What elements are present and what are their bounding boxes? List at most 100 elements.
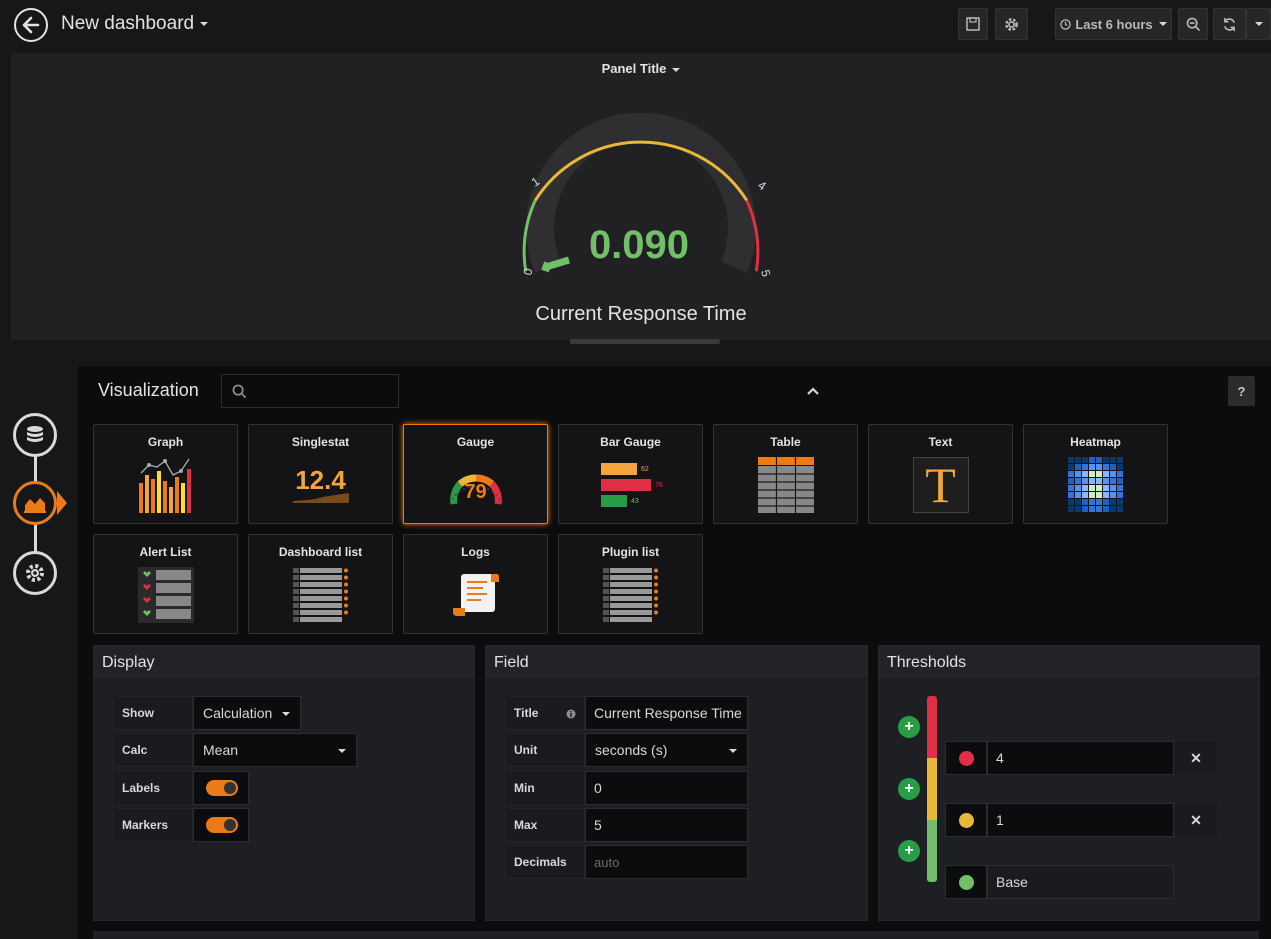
labels-toggle-container xyxy=(193,771,249,805)
threshold-value-input[interactable]: 1 xyxy=(987,803,1174,837)
gauge-tick-5: 5 xyxy=(758,268,771,278)
add-threshold-button[interactable]: + xyxy=(898,778,920,800)
plugin-list-icon xyxy=(559,565,702,625)
zoom-out-button[interactable] xyxy=(1178,8,1208,40)
bar-gauge-icon: 62 76 43 xyxy=(559,455,702,515)
viz-card-alert-list[interactable]: Alert List xyxy=(93,534,238,634)
search-icon xyxy=(232,384,247,398)
remove-threshold-button[interactable]: ✕ xyxy=(1175,741,1217,775)
threshold-color-picker[interactable] xyxy=(945,865,987,899)
dashboard-title[interactable]: New dashboard xyxy=(61,13,209,35)
viz-card-heatmap[interactable]: Heatmap xyxy=(1023,424,1168,524)
viz-card-text[interactable]: Text T xyxy=(868,424,1013,524)
max-label: Max xyxy=(505,808,585,842)
labels-label: Labels xyxy=(113,771,193,805)
threshold-color-picker[interactable] xyxy=(945,741,987,775)
unit-select[interactable]: seconds (s) xyxy=(585,733,748,767)
singlestat-icon: 12.4 xyxy=(249,455,392,515)
viz-card-label: Graph xyxy=(147,435,184,449)
refresh-button[interactable] xyxy=(1213,8,1246,40)
min-input[interactable]: 0 xyxy=(585,771,748,805)
general-settings-tab[interactable] xyxy=(13,551,57,595)
field-title-row: Title Current Response Time xyxy=(505,696,748,730)
time-range-picker[interactable]: Last 6 hours xyxy=(1055,8,1172,40)
plus-icon: + xyxy=(904,842,914,859)
viz-card-logs[interactable]: Logs xyxy=(403,534,548,634)
panel-resize-handle[interactable] xyxy=(570,339,720,344)
labels-toggle[interactable] xyxy=(206,780,238,796)
field-min-row: Min 0 xyxy=(505,771,748,805)
decimals-input[interactable]: auto xyxy=(585,845,748,879)
unit-label: Unit xyxy=(505,733,585,767)
field-max-row: Max 5 xyxy=(505,808,748,842)
viz-card-table[interactable]: Table xyxy=(713,424,858,524)
show-select[interactable]: Calculation xyxy=(193,696,301,730)
markers-toggle-container xyxy=(193,808,249,842)
display-labels-row: Labels xyxy=(113,771,249,805)
dashboard-list-icon xyxy=(249,565,392,625)
gauge-sample-value: 79 xyxy=(464,481,487,503)
chevron-up-icon[interactable] xyxy=(806,386,820,396)
field-decimals-row: Decimals auto xyxy=(505,845,748,879)
threshold-bar-green xyxy=(927,820,937,882)
threshold-color-dot xyxy=(958,874,974,890)
max-input[interactable]: 5 xyxy=(585,808,748,842)
viz-card-singlestat[interactable]: Singlestat 12.4 xyxy=(248,424,393,524)
chevron-down-icon xyxy=(672,67,681,72)
dashboard-settings-button[interactable] xyxy=(995,8,1028,40)
calc-select[interactable]: Mean xyxy=(193,733,357,767)
title-label-text: Title xyxy=(514,706,539,720)
bar-gauge-sample: 43 xyxy=(631,497,639,505)
add-threshold-button[interactable]: + xyxy=(898,716,920,738)
threshold-color-dot xyxy=(958,750,974,766)
bar-gauge-sample: 76 xyxy=(655,481,663,489)
title-input[interactable]: Current Response Time xyxy=(585,696,748,730)
viz-card-bar-gauge[interactable]: Bar Gauge 62 76 43 xyxy=(558,424,703,524)
visualization-search-input[interactable] xyxy=(221,374,399,408)
cog-icon xyxy=(26,564,44,582)
viz-card-dashboard-list[interactable]: Dashboard list xyxy=(248,534,393,634)
panel-title[interactable]: Panel Title xyxy=(11,61,1271,76)
save-dashboard-button[interactable] xyxy=(958,8,988,40)
viz-card-label: Plugin list xyxy=(601,545,660,559)
refresh-interval-dropdown[interactable] xyxy=(1246,8,1271,40)
unit-select-value: seconds (s) xyxy=(595,742,668,758)
back-button[interactable] xyxy=(14,8,48,42)
database-icon xyxy=(27,426,43,442)
display-markers-row: Markers xyxy=(113,808,249,842)
markers-toggle[interactable] xyxy=(206,817,238,833)
plus-icon: + xyxy=(904,780,914,797)
plus-icon: + xyxy=(904,718,914,735)
refresh-icon xyxy=(1224,17,1235,31)
viz-card-label: Singlestat xyxy=(291,435,350,449)
threshold-value-input[interactable]: 4 xyxy=(987,741,1174,775)
logs-icon xyxy=(404,565,547,625)
show-select-value: Calculation xyxy=(203,705,273,721)
area-chart-icon xyxy=(24,498,46,513)
viz-card-plugin-list[interactable]: Plugin list xyxy=(558,534,703,634)
visualization-tab[interactable] xyxy=(13,481,57,525)
threshold-bar-yellow xyxy=(927,758,937,820)
help-button[interactable]: ? xyxy=(1228,376,1255,406)
remove-threshold-button[interactable]: ✕ xyxy=(1175,803,1217,837)
info-icon[interactable] xyxy=(566,709,576,719)
threshold-base-label: Base xyxy=(987,865,1174,899)
viz-card-gauge[interactable]: Gauge 79 xyxy=(403,424,548,524)
text-icon: T xyxy=(869,455,1012,515)
gauge-tick-4: 4 xyxy=(755,178,769,193)
viz-card-graph[interactable]: Graph xyxy=(93,424,238,524)
graph-icon xyxy=(94,455,237,515)
display-calc-row: Calc Mean xyxy=(113,733,357,767)
add-threshold-button[interactable]: + xyxy=(898,840,920,862)
chevron-down-icon xyxy=(338,749,346,753)
markers-label: Markers xyxy=(113,808,193,842)
threshold-color-picker[interactable] xyxy=(945,803,987,837)
viz-card-label: Text xyxy=(928,435,953,449)
zoom-out-icon xyxy=(1186,17,1200,31)
chevron-down-icon xyxy=(282,712,290,716)
close-icon: ✕ xyxy=(1190,749,1202,766)
text-sample-letter: T xyxy=(925,457,956,513)
queries-tab[interactable] xyxy=(13,413,57,457)
chevron-down-icon xyxy=(1254,22,1263,26)
calc-select-value: Mean xyxy=(203,742,239,758)
